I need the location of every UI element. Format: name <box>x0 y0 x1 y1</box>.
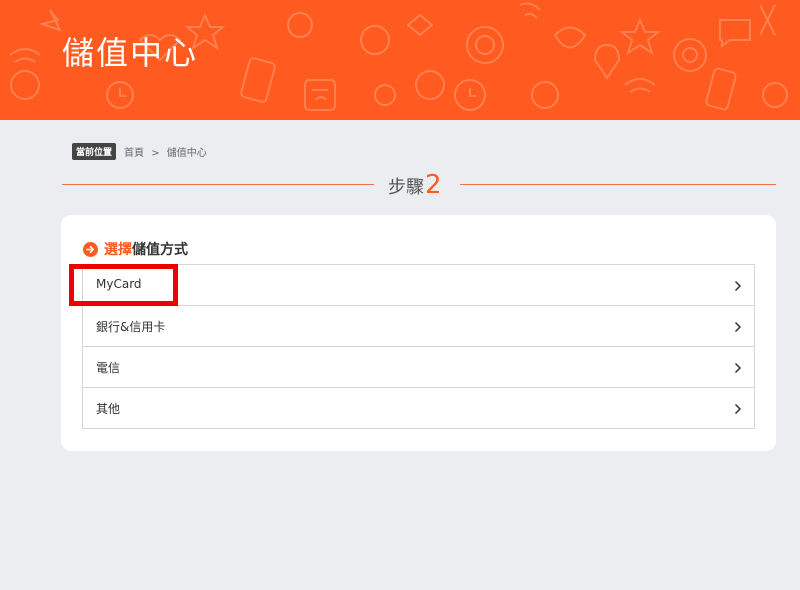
payment-method-panel: 選擇儲值方式 MyCard 銀行&信用卡 電信 其他 <box>61 215 776 451</box>
chevron-right-icon <box>734 362 742 374</box>
breadcrumb-separator: > <box>151 148 160 159</box>
breadcrumb-home-link[interactable]: 首頁 <box>124 148 144 159</box>
breadcrumb-badge: 當前位置 <box>72 143 117 160</box>
page-title: 儲值中心 <box>62 34 199 72</box>
payment-option-label: 銀行&信用卡 <box>96 320 166 334</box>
payment-option-label: MyCard <box>96 277 142 291</box>
section-title-rest: 儲值方式 <box>132 242 188 258</box>
header-banner: 儲值中心 <box>0 0 800 120</box>
section-title-accent: 選擇 <box>104 242 132 258</box>
section-title: 選擇儲值方式 <box>83 239 188 259</box>
payment-option-telecom[interactable]: 電信 <box>83 347 754 388</box>
payment-option-other[interactable]: 其他 <box>83 388 754 428</box>
step-number: 2 <box>425 170 442 200</box>
step-divider-right <box>460 184 776 185</box>
step-divider-left <box>62 184 374 185</box>
payment-option-label: 電信 <box>96 361 121 375</box>
payment-option-bank-credit-card[interactable]: 銀行&信用卡 <box>83 306 754 347</box>
step-indicator: 步驟2 <box>62 168 776 202</box>
step-text: 步驟 <box>388 177 424 198</box>
breadcrumb: 當前位置 首頁 > 儲值中心 <box>72 143 207 160</box>
chevron-right-icon <box>734 403 742 415</box>
breadcrumb-current: 儲值中心 <box>166 148 207 159</box>
chevron-right-icon <box>734 280 742 292</box>
chevron-right-icon <box>734 321 742 333</box>
payment-option-label: 其他 <box>96 402 121 416</box>
arrow-right-circle-icon <box>83 241 98 257</box>
step-label: 步驟2 <box>388 170 442 200</box>
payment-option-mycard[interactable]: MyCard <box>83 265 754 306</box>
payment-method-list: MyCard 銀行&信用卡 電信 其他 <box>82 264 755 429</box>
